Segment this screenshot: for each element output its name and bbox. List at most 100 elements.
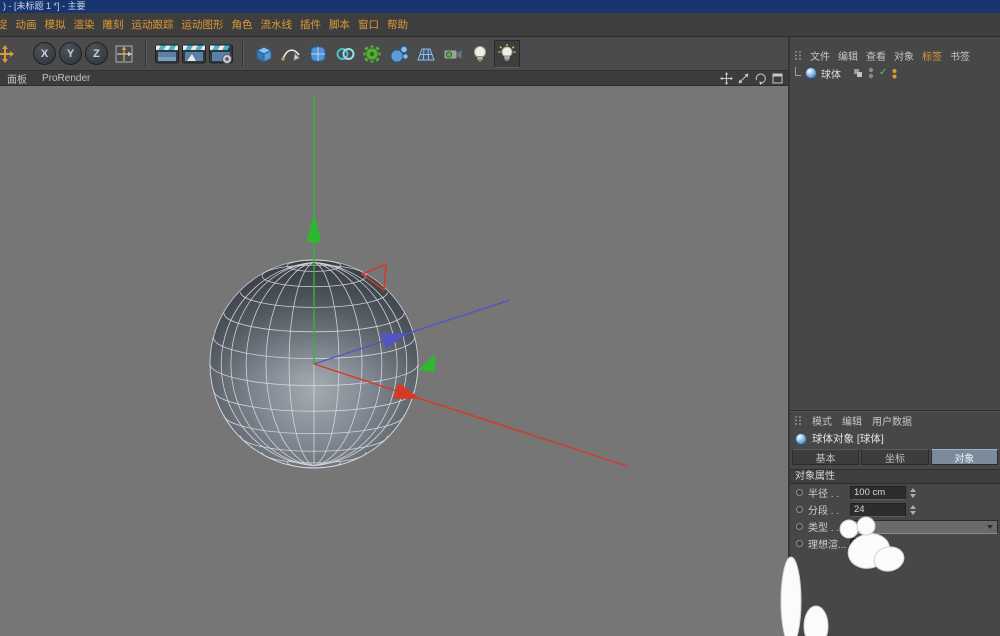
maximize-icon xyxy=(771,72,784,85)
object-toggles: ✓ xyxy=(853,67,897,79)
sphere-object-icon xyxy=(795,433,807,445)
visibility-dots-icon[interactable] xyxy=(868,67,874,79)
application-window: ) - [未标题 1 *] - 主要 捉 动画 模拟 渲染 雕刻 运动跟踪 运动… xyxy=(0,0,1000,636)
light-bulb-icon xyxy=(469,43,491,65)
spline-primitives-button[interactable] xyxy=(332,40,358,68)
grip-icon xyxy=(794,50,802,61)
axis-lock-x-button[interactable]: X xyxy=(33,42,56,65)
render-view-button[interactable] xyxy=(154,40,180,68)
menu-item-mograph[interactable]: 运动图形 xyxy=(182,17,224,32)
render-settings-button[interactable] xyxy=(208,40,234,68)
section-tab-object[interactable]: 对象 xyxy=(931,449,998,465)
light-bulb-glow-icon xyxy=(496,43,518,65)
menu-item-animation[interactable]: 动画 xyxy=(16,17,37,32)
menu-item-window[interactable]: 窗口 xyxy=(358,17,379,32)
viewport-rotate-button[interactable] xyxy=(754,72,767,85)
property-row-type: 类型 . . 标准 xyxy=(790,518,1000,535)
axis-y-arrow-handle[interactable] xyxy=(307,213,322,242)
am-tab-edit[interactable]: 编辑 xyxy=(842,413,862,428)
axis-lock-z-button[interactable]: Z xyxy=(85,42,108,65)
render-perfect-checkbox[interactable] xyxy=(850,538,861,549)
scene-canvas xyxy=(0,86,788,636)
segments-stepper[interactable] xyxy=(908,505,917,515)
am-tab-mode[interactable]: 模式 xyxy=(812,413,832,428)
viewport-nav-controls xyxy=(720,72,784,85)
om-tab-file[interactable]: 文件 xyxy=(810,48,830,63)
attribute-title-text: 球体对象 [球体] xyxy=(812,431,884,446)
plane-button[interactable] xyxy=(413,40,439,68)
render-picture-viewer-icon xyxy=(181,42,207,66)
coordinate-system-icon xyxy=(112,42,136,66)
keyframe-dot[interactable] xyxy=(796,523,803,530)
om-tab-bookmarks[interactable]: 书签 xyxy=(950,48,970,63)
keyframe-dot[interactable] xyxy=(796,489,803,496)
om-tab-object[interactable]: 对象 xyxy=(894,48,914,63)
radius-stepper[interactable] xyxy=(908,488,917,498)
camera-button[interactable] xyxy=(440,40,466,68)
gear-icon xyxy=(361,43,383,65)
axis-z-label: Z xyxy=(93,48,100,60)
axis-x-label: X xyxy=(41,48,48,60)
section-tab-coordinates[interactable]: 坐标 xyxy=(861,449,928,465)
layer-icon[interactable] xyxy=(853,68,863,78)
menu-item-simulate[interactable]: 模拟 xyxy=(45,17,66,32)
keyframe-dot[interactable] xyxy=(796,540,803,547)
axis-y-label: Y xyxy=(67,48,74,60)
om-tab-tags[interactable]: 标签 xyxy=(922,48,942,63)
am-tab-userdata[interactable]: 用户数据 xyxy=(872,413,912,428)
attribute-section-tabs: 基本 坐标 对象 xyxy=(790,448,1000,466)
light-button[interactable] xyxy=(467,40,493,68)
property-label: 分段 . . xyxy=(808,502,850,517)
om-tab-view[interactable]: 查看 xyxy=(866,48,886,63)
grip-icon xyxy=(794,415,802,426)
viewport-pan-button[interactable] xyxy=(720,72,733,85)
om-tab-edit[interactable]: 编辑 xyxy=(838,48,858,63)
menu-item-plugins[interactable]: 插件 xyxy=(300,17,321,32)
coordinate-system-button[interactable] xyxy=(111,40,137,68)
menu-item-pipeline[interactable]: 流水线 xyxy=(261,17,293,32)
plane-handle-yz[interactable] xyxy=(418,354,435,372)
light-alt-button[interactable] xyxy=(494,40,520,68)
toolbar-separator xyxy=(145,41,147,67)
render-settings-icon xyxy=(208,42,234,66)
menu-item[interactable]: 捉 xyxy=(0,17,8,32)
viewport-prorender-menu[interactable]: ProRender xyxy=(42,73,90,84)
object-list-item-sphere[interactable]: 球体 ✓ xyxy=(790,65,1000,81)
sphere-cluster-icon xyxy=(388,43,410,65)
radius-input[interactable]: 100 cm xyxy=(850,486,906,500)
property-label: 理想渲... xyxy=(808,536,850,551)
menu-item-render[interactable]: 渲染 xyxy=(74,17,95,32)
grid-plane-icon xyxy=(415,43,437,65)
type-dropdown-value: 标准 xyxy=(855,521,874,533)
menu-item-motion-tracker[interactable]: 运动跟踪 xyxy=(132,17,174,32)
toolbar-separator xyxy=(242,41,244,67)
deformer-button[interactable] xyxy=(359,40,385,68)
generator-button[interactable] xyxy=(386,40,412,68)
menu-item-script[interactable]: 脚本 xyxy=(329,17,350,32)
keyframe-dot[interactable] xyxy=(796,506,803,513)
viewport-dolly-button[interactable] xyxy=(737,72,750,85)
subdivision-surface-button[interactable] xyxy=(305,40,331,68)
object-enabled-check-icon[interactable]: ✓ xyxy=(879,68,887,78)
segments-input[interactable]: 24 xyxy=(850,503,906,517)
attribute-object-title: 球体对象 [球体] xyxy=(790,429,1000,448)
object-properties-group-header[interactable]: 对象属性 xyxy=(790,469,1000,484)
property-label: 半径 . . xyxy=(808,485,850,500)
menu-item-character[interactable]: 角色 xyxy=(232,17,253,32)
type-dropdown[interactable]: 标准 xyxy=(850,520,998,534)
pen-tool-button[interactable] xyxy=(278,40,304,68)
add-cube-button[interactable] xyxy=(251,40,277,68)
axis-lock-y-button[interactable]: Y xyxy=(59,42,82,65)
viewport-panel-menu[interactable]: 面板 xyxy=(7,71,27,86)
menu-item-sculpt[interactable]: 雕刻 xyxy=(103,17,124,32)
property-row-radius: 半径 . . 100 cm xyxy=(790,484,1000,501)
viewport-maximize-button[interactable] xyxy=(771,72,784,85)
render-picture-viewer-button[interactable] xyxy=(181,40,207,68)
menu-item-help[interactable]: 帮助 xyxy=(387,17,408,32)
section-tab-basic[interactable]: 基本 xyxy=(792,449,859,465)
object-name[interactable]: 球体 xyxy=(821,66,841,81)
tag-dots-icon[interactable] xyxy=(892,68,897,79)
move-tool-button[interactable] xyxy=(0,40,18,68)
camera-icon xyxy=(442,43,464,65)
viewport-3d[interactable]: 网格间距 : 100 cm xyxy=(0,86,788,636)
